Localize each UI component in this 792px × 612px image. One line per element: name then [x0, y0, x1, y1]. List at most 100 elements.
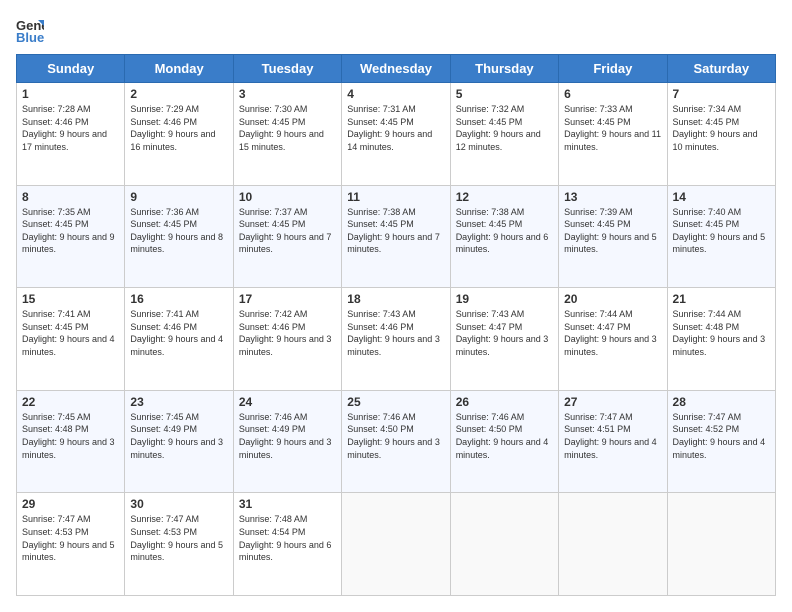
day-number: 26	[456, 395, 553, 409]
weekday-header-friday: Friday	[559, 55, 667, 83]
day-number: 21	[673, 292, 770, 306]
cell-info: Sunrise: 7:29 AM Sunset: 4:46 PM Dayligh…	[130, 103, 227, 153]
day-number: 19	[456, 292, 553, 306]
calendar-cell: 15 Sunrise: 7:41 AM Sunset: 4:45 PM Dayl…	[17, 288, 125, 391]
day-number: 31	[239, 497, 336, 511]
calendar-cell: 1 Sunrise: 7:28 AM Sunset: 4:46 PM Dayli…	[17, 83, 125, 186]
day-number: 28	[673, 395, 770, 409]
calendar-cell: 8 Sunrise: 7:35 AM Sunset: 4:45 PM Dayli…	[17, 185, 125, 288]
day-number: 4	[347, 87, 444, 101]
cell-info: Sunrise: 7:38 AM Sunset: 4:45 PM Dayligh…	[347, 206, 444, 256]
calendar-cell: 26 Sunrise: 7:46 AM Sunset: 4:50 PM Dayl…	[450, 390, 558, 493]
day-number: 9	[130, 190, 227, 204]
cell-info: Sunrise: 7:33 AM Sunset: 4:45 PM Dayligh…	[564, 103, 661, 153]
day-number: 18	[347, 292, 444, 306]
page-header: General Blue	[16, 16, 776, 44]
cell-info: Sunrise: 7:43 AM Sunset: 4:47 PM Dayligh…	[456, 308, 553, 358]
day-number: 2	[130, 87, 227, 101]
calendar-cell: 28 Sunrise: 7:47 AM Sunset: 4:52 PM Dayl…	[667, 390, 775, 493]
cell-info: Sunrise: 7:34 AM Sunset: 4:45 PM Dayligh…	[673, 103, 770, 153]
cell-info: Sunrise: 7:41 AM Sunset: 4:46 PM Dayligh…	[130, 308, 227, 358]
cell-info: Sunrise: 7:31 AM Sunset: 4:45 PM Dayligh…	[347, 103, 444, 153]
day-number: 8	[22, 190, 119, 204]
day-number: 16	[130, 292, 227, 306]
day-number: 12	[456, 190, 553, 204]
calendar-cell: 31 Sunrise: 7:48 AM Sunset: 4:54 PM Dayl…	[233, 493, 341, 596]
calendar-cell: 30 Sunrise: 7:47 AM Sunset: 4:53 PM Dayl…	[125, 493, 233, 596]
calendar-cell	[559, 493, 667, 596]
cell-info: Sunrise: 7:39 AM Sunset: 4:45 PM Dayligh…	[564, 206, 661, 256]
day-number: 24	[239, 395, 336, 409]
day-number: 17	[239, 292, 336, 306]
day-number: 27	[564, 395, 661, 409]
calendar-cell	[342, 493, 450, 596]
day-number: 14	[673, 190, 770, 204]
calendar-cell: 11 Sunrise: 7:38 AM Sunset: 4:45 PM Dayl…	[342, 185, 450, 288]
cell-info: Sunrise: 7:28 AM Sunset: 4:46 PM Dayligh…	[22, 103, 119, 153]
cell-info: Sunrise: 7:46 AM Sunset: 4:50 PM Dayligh…	[456, 411, 553, 461]
cell-info: Sunrise: 7:47 AM Sunset: 4:52 PM Dayligh…	[673, 411, 770, 461]
cell-info: Sunrise: 7:35 AM Sunset: 4:45 PM Dayligh…	[22, 206, 119, 256]
calendar-cell: 12 Sunrise: 7:38 AM Sunset: 4:45 PM Dayl…	[450, 185, 558, 288]
weekday-header-saturday: Saturday	[667, 55, 775, 83]
calendar-cell: 24 Sunrise: 7:46 AM Sunset: 4:49 PM Dayl…	[233, 390, 341, 493]
calendar-cell: 5 Sunrise: 7:32 AM Sunset: 4:45 PM Dayli…	[450, 83, 558, 186]
calendar-cell: 22 Sunrise: 7:45 AM Sunset: 4:48 PM Dayl…	[17, 390, 125, 493]
cell-info: Sunrise: 7:37 AM Sunset: 4:45 PM Dayligh…	[239, 206, 336, 256]
day-number: 10	[239, 190, 336, 204]
day-number: 30	[130, 497, 227, 511]
calendar-cell: 4 Sunrise: 7:31 AM Sunset: 4:45 PM Dayli…	[342, 83, 450, 186]
calendar-cell	[667, 493, 775, 596]
calendar-cell: 20 Sunrise: 7:44 AM Sunset: 4:47 PM Dayl…	[559, 288, 667, 391]
day-number: 15	[22, 292, 119, 306]
calendar-cell: 23 Sunrise: 7:45 AM Sunset: 4:49 PM Dayl…	[125, 390, 233, 493]
cell-info: Sunrise: 7:48 AM Sunset: 4:54 PM Dayligh…	[239, 513, 336, 563]
day-number: 3	[239, 87, 336, 101]
day-number: 29	[22, 497, 119, 511]
day-number: 20	[564, 292, 661, 306]
cell-info: Sunrise: 7:47 AM Sunset: 4:53 PM Dayligh…	[22, 513, 119, 563]
cell-info: Sunrise: 7:32 AM Sunset: 4:45 PM Dayligh…	[456, 103, 553, 153]
calendar-cell: 7 Sunrise: 7:34 AM Sunset: 4:45 PM Dayli…	[667, 83, 775, 186]
day-number: 5	[456, 87, 553, 101]
day-number: 11	[347, 190, 444, 204]
calendar-cell: 16 Sunrise: 7:41 AM Sunset: 4:46 PM Dayl…	[125, 288, 233, 391]
day-number: 6	[564, 87, 661, 101]
calendar-cell	[450, 493, 558, 596]
cell-info: Sunrise: 7:30 AM Sunset: 4:45 PM Dayligh…	[239, 103, 336, 153]
cell-info: Sunrise: 7:41 AM Sunset: 4:45 PM Dayligh…	[22, 308, 119, 358]
calendar-cell: 13 Sunrise: 7:39 AM Sunset: 4:45 PM Dayl…	[559, 185, 667, 288]
day-number: 1	[22, 87, 119, 101]
cell-info: Sunrise: 7:45 AM Sunset: 4:49 PM Dayligh…	[130, 411, 227, 461]
day-number: 23	[130, 395, 227, 409]
logo: General Blue	[16, 16, 44, 44]
calendar-cell: 29 Sunrise: 7:47 AM Sunset: 4:53 PM Dayl…	[17, 493, 125, 596]
cell-info: Sunrise: 7:38 AM Sunset: 4:45 PM Dayligh…	[456, 206, 553, 256]
cell-info: Sunrise: 7:46 AM Sunset: 4:50 PM Dayligh…	[347, 411, 444, 461]
weekday-header-sunday: Sunday	[17, 55, 125, 83]
day-number: 22	[22, 395, 119, 409]
cell-info: Sunrise: 7:46 AM Sunset: 4:49 PM Dayligh…	[239, 411, 336, 461]
cell-info: Sunrise: 7:44 AM Sunset: 4:47 PM Dayligh…	[564, 308, 661, 358]
cell-info: Sunrise: 7:42 AM Sunset: 4:46 PM Dayligh…	[239, 308, 336, 358]
calendar-cell: 9 Sunrise: 7:36 AM Sunset: 4:45 PM Dayli…	[125, 185, 233, 288]
cell-info: Sunrise: 7:40 AM Sunset: 4:45 PM Dayligh…	[673, 206, 770, 256]
cell-info: Sunrise: 7:36 AM Sunset: 4:45 PM Dayligh…	[130, 206, 227, 256]
logo-icon: General Blue	[16, 16, 44, 44]
day-number: 7	[673, 87, 770, 101]
weekday-header-wednesday: Wednesday	[342, 55, 450, 83]
cell-info: Sunrise: 7:43 AM Sunset: 4:46 PM Dayligh…	[347, 308, 444, 358]
cell-info: Sunrise: 7:45 AM Sunset: 4:48 PM Dayligh…	[22, 411, 119, 461]
weekday-header-monday: Monday	[125, 55, 233, 83]
weekday-header-thursday: Thursday	[450, 55, 558, 83]
calendar-cell: 3 Sunrise: 7:30 AM Sunset: 4:45 PM Dayli…	[233, 83, 341, 186]
calendar-cell: 21 Sunrise: 7:44 AM Sunset: 4:48 PM Dayl…	[667, 288, 775, 391]
day-number: 25	[347, 395, 444, 409]
cell-info: Sunrise: 7:47 AM Sunset: 4:53 PM Dayligh…	[130, 513, 227, 563]
weekday-header-tuesday: Tuesday	[233, 55, 341, 83]
cell-info: Sunrise: 7:44 AM Sunset: 4:48 PM Dayligh…	[673, 308, 770, 358]
calendar-cell: 2 Sunrise: 7:29 AM Sunset: 4:46 PM Dayli…	[125, 83, 233, 186]
cell-info: Sunrise: 7:47 AM Sunset: 4:51 PM Dayligh…	[564, 411, 661, 461]
calendar-cell: 6 Sunrise: 7:33 AM Sunset: 4:45 PM Dayli…	[559, 83, 667, 186]
svg-text:Blue: Blue	[16, 30, 44, 44]
